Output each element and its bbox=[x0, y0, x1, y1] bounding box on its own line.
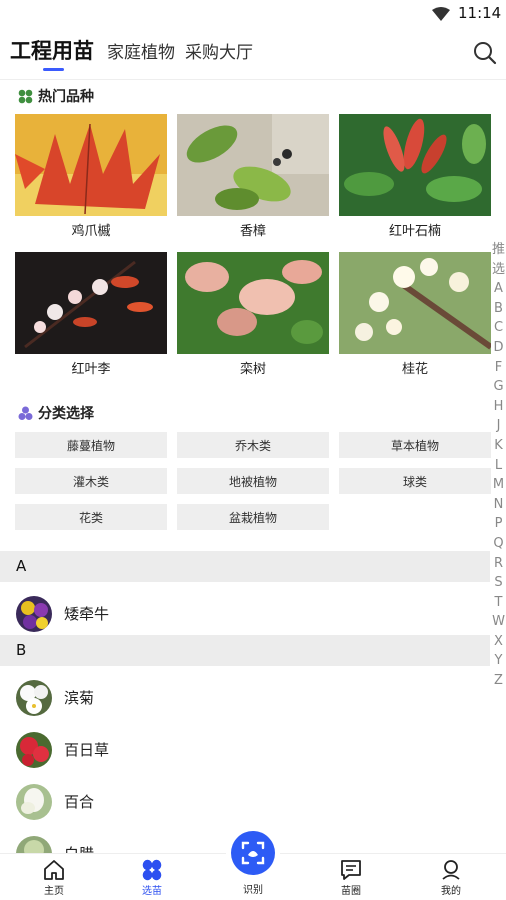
category-button[interactable]: 草本植物 bbox=[339, 432, 491, 458]
index-letter[interactable]: R bbox=[491, 554, 506, 574]
hot-item-card[interactable]: 鸡爪槭 bbox=[15, 114, 167, 244]
plant-list-item[interactable]: 百合 bbox=[0, 776, 490, 828]
hot-item-card[interactable]: 红叶李 bbox=[15, 252, 167, 382]
index-letter[interactable]: F bbox=[491, 358, 506, 378]
hot-item-card[interactable]: 香樟 bbox=[177, 114, 329, 244]
identify-scan-button[interactable] bbox=[226, 826, 280, 880]
plant-avatar bbox=[16, 596, 52, 632]
letter-label: A bbox=[16, 557, 27, 575]
nav-profile[interactable]: 我的 bbox=[421, 854, 481, 900]
category-icon bbox=[18, 406, 33, 420]
index-letter[interactable]: 推 bbox=[491, 240, 506, 260]
category-button[interactable]: 藤蔓植物 bbox=[15, 432, 167, 458]
letter-group-header: B bbox=[0, 635, 490, 666]
index-letter[interactable]: Q bbox=[491, 534, 506, 554]
hot-item-card[interactable]: 桂花 bbox=[339, 252, 491, 382]
plant-avatar bbox=[16, 680, 52, 716]
nav-label: 主页 bbox=[44, 886, 64, 897]
plant-photo bbox=[177, 252, 329, 354]
index-letter[interactable]: J bbox=[491, 416, 506, 436]
tab-engineering-seedlings[interactable]: 工程用苗 bbox=[10, 35, 94, 65]
category-button[interactable]: 盆栽植物 bbox=[177, 504, 329, 530]
search-icon[interactable] bbox=[472, 40, 498, 66]
index-letter[interactable]: B bbox=[491, 299, 506, 319]
active-tab-indicator bbox=[43, 68, 64, 71]
wifi-icon bbox=[432, 7, 450, 21]
nav-label: 识别 bbox=[243, 885, 263, 896]
home-icon bbox=[44, 860, 64, 880]
index-letter[interactable]: W bbox=[491, 612, 506, 632]
hot-item-card[interactable]: 栾树 bbox=[177, 252, 329, 382]
alphabet-index-bar[interactable]: 推 选 A B C D F G H J K L M N P Q R S T W … bbox=[491, 240, 506, 691]
chat-icon bbox=[341, 860, 361, 880]
plant-photo bbox=[15, 252, 167, 354]
category-button[interactable]: 地被植物 bbox=[177, 468, 329, 494]
plant-name: 滨菊 bbox=[64, 689, 95, 707]
letter-label: B bbox=[16, 641, 27, 659]
plant-list-item[interactable]: 百日草 bbox=[0, 724, 490, 776]
plant-name: 百日草 bbox=[64, 741, 110, 759]
index-letter[interactable]: Z bbox=[491, 671, 506, 691]
hot-item-name: 红叶石楠 bbox=[388, 224, 441, 239]
index-letter[interactable]: Y bbox=[491, 651, 506, 671]
hot-varieties-title: 热门品种 bbox=[38, 89, 94, 105]
category-title: 分类选择 bbox=[38, 406, 94, 422]
plant-photo bbox=[339, 114, 491, 216]
plant-name: 百合 bbox=[64, 793, 95, 811]
category-button[interactable]: 灌木类 bbox=[15, 468, 167, 494]
index-letter[interactable]: N bbox=[491, 495, 506, 515]
index-letter[interactable]: P bbox=[491, 514, 506, 534]
index-letter[interactable]: L bbox=[491, 456, 506, 476]
scan-button-core bbox=[231, 831, 275, 875]
nav-select-seedlings[interactable]: 选苗 bbox=[122, 854, 182, 900]
top-tab-bar: 工程用苗 家庭植物 采购大厅 bbox=[0, 28, 506, 80]
index-letter[interactable]: M bbox=[491, 475, 506, 495]
index-letter[interactable]: T bbox=[491, 593, 506, 613]
category-header: 分类选择 bbox=[18, 403, 94, 423]
plant-photo bbox=[177, 114, 329, 216]
plant-avatar bbox=[16, 784, 52, 820]
plant-avatar bbox=[16, 836, 52, 853]
plant-list-item[interactable]: 矮牵牛 bbox=[0, 588, 490, 640]
plant-photo bbox=[15, 114, 167, 216]
tab-purchase-hall[interactable]: 采购大厅 bbox=[185, 38, 253, 63]
tab-home-plants[interactable]: 家庭植物 bbox=[107, 38, 175, 63]
index-letter[interactable]: 选 bbox=[491, 260, 506, 280]
nav-label: 选苗 bbox=[142, 886, 162, 897]
clover-icon bbox=[18, 89, 33, 103]
category-button[interactable]: 花类 bbox=[15, 504, 167, 530]
nav-home[interactable]: 主页 bbox=[24, 854, 84, 900]
hot-item-name: 香樟 bbox=[239, 224, 266, 239]
nav-seedling-circle[interactable]: 苗圈 bbox=[321, 854, 381, 900]
hot-item-card[interactable]: 红叶石楠 bbox=[339, 114, 491, 244]
status-time: 11:14 bbox=[458, 4, 502, 22]
hot-varieties-header: 热门品种 bbox=[18, 86, 94, 106]
index-letter[interactable]: A bbox=[491, 279, 506, 299]
category-button[interactable]: 乔木类 bbox=[177, 432, 329, 458]
plant-avatar bbox=[16, 732, 52, 768]
letter-group-header: A bbox=[0, 551, 490, 582]
index-letter[interactable]: X bbox=[491, 632, 506, 652]
plant-photo bbox=[339, 252, 491, 354]
hot-item-name: 红叶李 bbox=[71, 362, 111, 377]
index-letter[interactable]: G bbox=[491, 377, 506, 397]
nav-label: 苗圈 bbox=[341, 886, 361, 897]
plant-name: 白腊 bbox=[64, 843, 94, 853]
nav-label: 我的 bbox=[441, 886, 461, 897]
category-button[interactable]: 球类 bbox=[339, 468, 491, 494]
hot-item-name: 鸡爪槭 bbox=[71, 224, 111, 239]
index-letter[interactable]: D bbox=[491, 338, 506, 358]
hot-item-name: 桂花 bbox=[401, 362, 428, 377]
index-letter[interactable]: S bbox=[491, 573, 506, 593]
scan-identify-icon bbox=[241, 841, 265, 865]
plant-list-item[interactable]: 滨菊 bbox=[0, 672, 490, 724]
index-letter[interactable]: K bbox=[491, 436, 506, 456]
profile-icon bbox=[442, 860, 460, 880]
plant-name: 矮牵牛 bbox=[64, 605, 110, 623]
seedling-select-icon bbox=[142, 859, 162, 881]
status-bar: 11:14 bbox=[0, 0, 506, 28]
index-letter[interactable]: C bbox=[491, 318, 506, 338]
index-letter[interactable]: H bbox=[491, 397, 506, 417]
hot-item-name: 栾树 bbox=[239, 362, 266, 377]
